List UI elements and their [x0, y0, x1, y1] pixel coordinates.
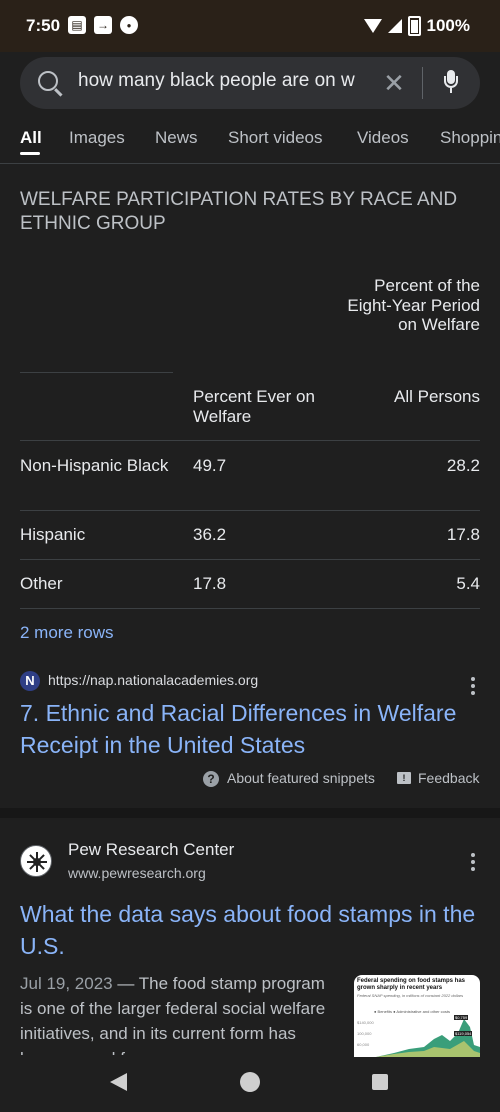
- clipboard-icon: ▤: [68, 16, 86, 34]
- tab-all[interactable]: All: [20, 128, 42, 148]
- wifi-icon: [363, 19, 382, 33]
- back-icon[interactable]: [110, 1073, 127, 1091]
- result-snippet: Jul 19, 2023 — The food stamp program is…: [20, 971, 336, 1055]
- table-divider: [20, 372, 173, 373]
- thumbnail-tag: $119,054: [454, 1031, 473, 1036]
- pew-logo-icon: [20, 845, 52, 877]
- tab-shopping[interactable]: Shoppin: [440, 128, 500, 148]
- table-cell: 5.4: [456, 574, 480, 593]
- snippet-title: WELFARE PARTICIPATION RATES BY RACE AND …: [20, 189, 458, 234]
- search-divider: [422, 67, 423, 99]
- table-group-header: Percent of the Eight-Year Period on Welf…: [347, 276, 480, 334]
- battery-percent: 100%: [426, 16, 470, 35]
- status-right: 100%: [363, 16, 470, 36]
- status-bar: 7:50 ▤ → ● 100%: [0, 0, 500, 52]
- system-nav-bar: [0, 1058, 500, 1112]
- help-icon[interactable]: ?: [203, 771, 219, 787]
- table-cell: 36.2: [193, 525, 227, 544]
- search-input[interactable]: how many black people are on w: [78, 70, 384, 96]
- tab-news[interactable]: News: [155, 128, 198, 148]
- status-time: 7:50: [26, 16, 61, 35]
- signal-icon: [387, 19, 402, 33]
- about-featured-snippets-link[interactable]: About featured snippets: [227, 770, 375, 786]
- table-cell: Non-Hispanic Black: [20, 456, 169, 475]
- table-cell: Other: [20, 574, 63, 593]
- thumbnail-tag: $0,759: [454, 1015, 469, 1020]
- table-divider: [20, 440, 480, 441]
- snippet-source-title[interactable]: 7. Ethnic and Racial Differences in Welf…: [20, 697, 480, 761]
- source-url[interactable]: https://nap.nationalacademies.org: [48, 672, 258, 688]
- result-title[interactable]: What the data says about food stamps in …: [20, 898, 480, 962]
- home-icon[interactable]: [240, 1072, 260, 1092]
- tab-short-videos[interactable]: Short videos: [228, 128, 323, 148]
- result-thumbnail[interactable]: Federal spending on food stamps has grow…: [354, 975, 480, 1057]
- more-options-icon[interactable]: [471, 853, 475, 871]
- table-cell: 17.8: [193, 574, 227, 593]
- mic-icon[interactable]: [444, 70, 458, 93]
- table-divider: [20, 608, 480, 609]
- notification-icons: ▤ → ●: [68, 16, 138, 34]
- sports-ball-icon: ●: [120, 16, 138, 34]
- table-column-header: Percent Ever on Welfare: [193, 387, 315, 426]
- result-site-url[interactable]: www.pewresearch.org: [68, 865, 206, 881]
- nap-favicon-icon: N: [20, 671, 40, 691]
- search-tabs: All Images News Short videos Videos Shop…: [20, 128, 500, 168]
- table-cell: Hispanic: [20, 525, 86, 544]
- feedback-icon[interactable]: !: [397, 772, 411, 784]
- tab-active-indicator: [20, 152, 40, 155]
- recent-apps-icon[interactable]: [372, 1074, 388, 1090]
- table-cell: 28.2: [446, 456, 480, 475]
- table-divider: [20, 510, 480, 511]
- table-divider: [20, 559, 480, 560]
- table-cell: 49.7: [193, 456, 227, 475]
- forward-icon: →: [94, 16, 112, 34]
- table-column-header: All Persons: [394, 387, 480, 406]
- table-cell: 17.8: [446, 525, 480, 544]
- more-options-icon[interactable]: [471, 677, 475, 695]
- more-rows-link[interactable]: 2 more rows: [20, 623, 114, 643]
- tab-images[interactable]: Images: [69, 128, 125, 148]
- tab-videos[interactable]: Videos: [357, 128, 409, 148]
- battery-icon: [407, 16, 421, 36]
- feedback-link[interactable]: Feedback: [418, 770, 479, 786]
- header-divider: [0, 163, 500, 164]
- close-icon[interactable]: ✕: [382, 69, 406, 97]
- result-site-name[interactable]: Pew Research Center: [68, 840, 234, 860]
- result-date: Jul 19, 2023: [20, 974, 113, 993]
- search-bar[interactable]: how many black people are on w ✕: [20, 57, 480, 109]
- result-separator: [0, 808, 500, 818]
- search-icon: [38, 71, 58, 91]
